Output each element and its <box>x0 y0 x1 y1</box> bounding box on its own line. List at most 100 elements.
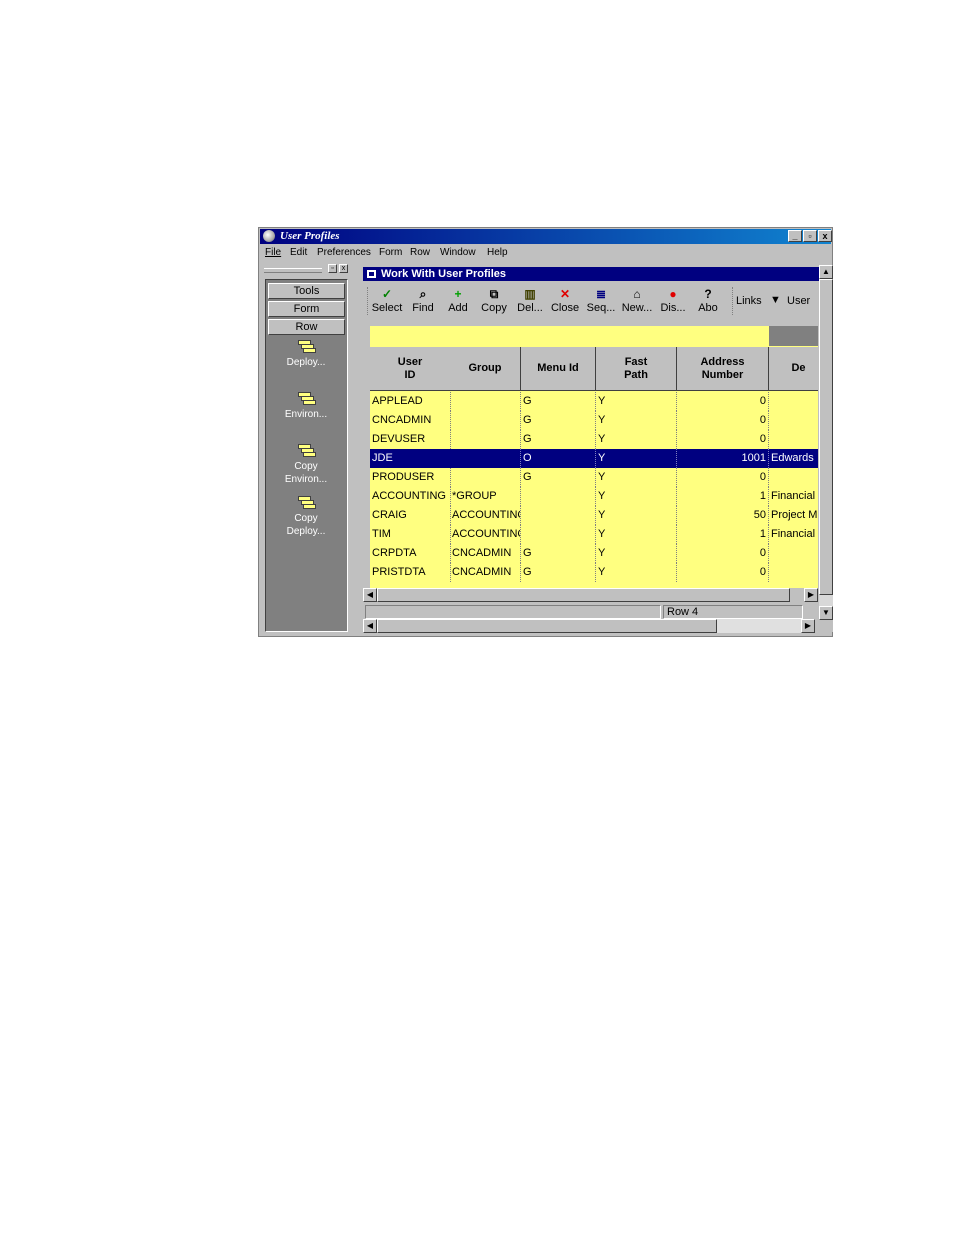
cell-user-id[interactable]: APPLEAD <box>370 392 451 411</box>
cell-user-id[interactable]: CNCADMIN <box>370 411 451 430</box>
toolbar-button-copy[interactable]: ⧉ Copy <box>476 285 512 317</box>
column-header-address[interactable]: Address Number <box>677 347 769 391</box>
scroll-right-icon[interactable]: ▶ <box>804 588 818 602</box>
column-header-fast-path[interactable]: Fast Path <box>596 347 677 391</box>
cell-desc[interactable]: Financial <box>769 525 818 544</box>
cell-group[interactable]: CNCADMIN <box>450 544 521 563</box>
panel-item-environ[interactable]: Environ... <box>266 390 346 421</box>
cell-user-id[interactable]: TIM <box>370 525 451 544</box>
cell-fast-path[interactable]: Y <box>596 468 677 487</box>
toolbar-button-close[interactable]: ✕ Close <box>547 285 583 317</box>
cell-menu-id[interactable]: G <box>521 468 596 487</box>
cell-desc[interactable] <box>769 544 818 563</box>
panel-close-icon[interactable]: x <box>339 264 348 273</box>
form-scroll-thumb[interactable] <box>377 619 717 633</box>
cell-menu-id[interactable]: G <box>521 430 596 449</box>
panel-item-copy-environ[interactable]: Copy Environ... <box>266 442 346 486</box>
cell-user-id[interactable]: CRPDTA <box>370 544 451 563</box>
cell-user-id[interactable]: JDE <box>370 449 451 468</box>
cell-fast-path[interactable]: Y <box>596 487 677 506</box>
cell-menu-id[interactable]: G <box>521 411 596 430</box>
cell-menu-id[interactable] <box>521 525 596 544</box>
cell-fast-path[interactable]: Y <box>596 506 677 525</box>
toolbar-button-del[interactable]: ▥ Del... <box>512 285 548 317</box>
cell-group[interactable]: CNCADMIN <box>450 563 521 582</box>
menu-file[interactable]: File <box>265 247 281 258</box>
cell-address[interactable]: 50 <box>677 506 769 525</box>
cell-address[interactable]: 1 <box>677 525 769 544</box>
scroll-up-icon[interactable]: ▲ <box>819 265 833 279</box>
column-header-desc[interactable]: De <box>769 347 818 391</box>
cell-desc[interactable]: Project M <box>769 506 818 525</box>
tab-tools[interactable]: Tools <box>268 283 345 299</box>
cell-group[interactable]: ACCOUNTING <box>450 525 521 544</box>
cell-desc[interactable] <box>769 411 818 430</box>
form-title-bar[interactable]: Work With User Profiles <box>363 267 819 281</box>
menu-form[interactable]: Form <box>379 247 402 258</box>
toolbar-button-abo[interactable]: ? Abo <box>690 285 726 317</box>
cell-address[interactable]: 0 <box>677 411 769 430</box>
column-header-user-id[interactable]: User ID <box>370 347 451 391</box>
cell-desc[interactable] <box>769 392 818 411</box>
cell-fast-path[interactable]: Y <box>596 430 677 449</box>
cell-desc[interactable]: Edwards <box>769 449 818 468</box>
cell-fast-path[interactable]: Y <box>596 525 677 544</box>
cell-address[interactable]: 0 <box>677 563 769 582</box>
cell-address[interactable]: 1001 <box>677 449 769 468</box>
toolbar-button-seq[interactable]: ≣ Seq... <box>583 285 619 317</box>
query-by-example-row[interactable] <box>370 326 818 346</box>
cell-desc[interactable] <box>769 563 818 582</box>
links-value[interactable]: User <box>787 295 810 307</box>
menu-window[interactable]: Window <box>440 247 476 258</box>
cell-menu-id[interactable]: G <box>521 544 596 563</box>
scroll-right-icon[interactable]: ▶ <box>801 619 815 633</box>
cell-user-id[interactable]: CRAIG <box>370 506 451 525</box>
cell-address[interactable]: 0 <box>677 468 769 487</box>
menu-row[interactable]: Row <box>410 247 430 258</box>
cell-group[interactable]: ACCOUNTING <box>450 506 521 525</box>
form-horizontal-scrollbar[interactable]: ◀ ▶ <box>363 619 815 633</box>
cell-fast-path[interactable]: Y <box>596 544 677 563</box>
menu-preferences[interactable]: Preferences <box>317 247 371 258</box>
cell-user-id[interactable]: PRISTDTA <box>370 563 451 582</box>
panel-item-copy-deploy[interactable]: Copy Deploy... <box>266 494 346 538</box>
maximize-button[interactable]: ▫ <box>803 230 817 242</box>
cell-group[interactable] <box>450 449 521 468</box>
cell-fast-path[interactable]: Y <box>596 449 677 468</box>
grid-scroll-thumb[interactable] <box>377 588 790 602</box>
cell-desc[interactable]: Financial <box>769 487 818 506</box>
toolbar-button-find[interactable]: ⌕ Find <box>405 285 441 317</box>
scroll-left-icon[interactable]: ◀ <box>363 619 377 633</box>
cell-fast-path[interactable]: Y <box>596 392 677 411</box>
toolbar-button-select[interactable]: ✓ Select <box>369 285 405 317</box>
cell-address[interactable]: 0 <box>677 392 769 411</box>
menu-help[interactable]: Help <box>487 247 508 258</box>
cell-menu-id[interactable]: G <box>521 563 596 582</box>
cell-menu-id[interactable] <box>521 506 596 525</box>
cell-desc[interactable] <box>769 468 818 487</box>
scroll-thumb[interactable] <box>819 279 833 595</box>
cell-group[interactable] <box>450 411 521 430</box>
cell-address[interactable]: 1 <box>677 487 769 506</box>
scroll-left-icon[interactable]: ◀ <box>363 588 377 602</box>
column-header-group[interactable]: Group <box>450 347 521 391</box>
cell-menu-id[interactable]: G <box>521 392 596 411</box>
scroll-down-icon[interactable]: ▼ <box>819 606 833 620</box>
vertical-scrollbar[interactable]: ▲ ▼ <box>819 265 833 620</box>
cell-menu-id[interactable]: O <box>521 449 596 468</box>
cell-user-id[interactable]: PRODUSER <box>370 468 451 487</box>
panel-restore-icon[interactable]: ▫ <box>328 264 337 273</box>
panel-grip[interactable] <box>264 268 322 273</box>
toolbar-button-add[interactable]: + Add <box>440 285 476 317</box>
chevron-down-icon[interactable]: ▼ <box>770 294 781 306</box>
minimize-button[interactable]: _ <box>788 230 802 242</box>
cell-address[interactable]: 0 <box>677 544 769 563</box>
cell-group[interactable]: *GROUP <box>450 487 521 506</box>
menu-edit[interactable]: Edit <box>290 247 307 258</box>
cell-group[interactable] <box>450 468 521 487</box>
grid-horizontal-scrollbar[interactable]: ◀ ▶ <box>363 588 818 602</box>
cell-user-id[interactable]: ACCOUNTING <box>370 487 451 506</box>
cell-fast-path[interactable]: Y <box>596 563 677 582</box>
tab-form[interactable]: Form <box>268 301 345 317</box>
cell-menu-id[interactable] <box>521 487 596 506</box>
